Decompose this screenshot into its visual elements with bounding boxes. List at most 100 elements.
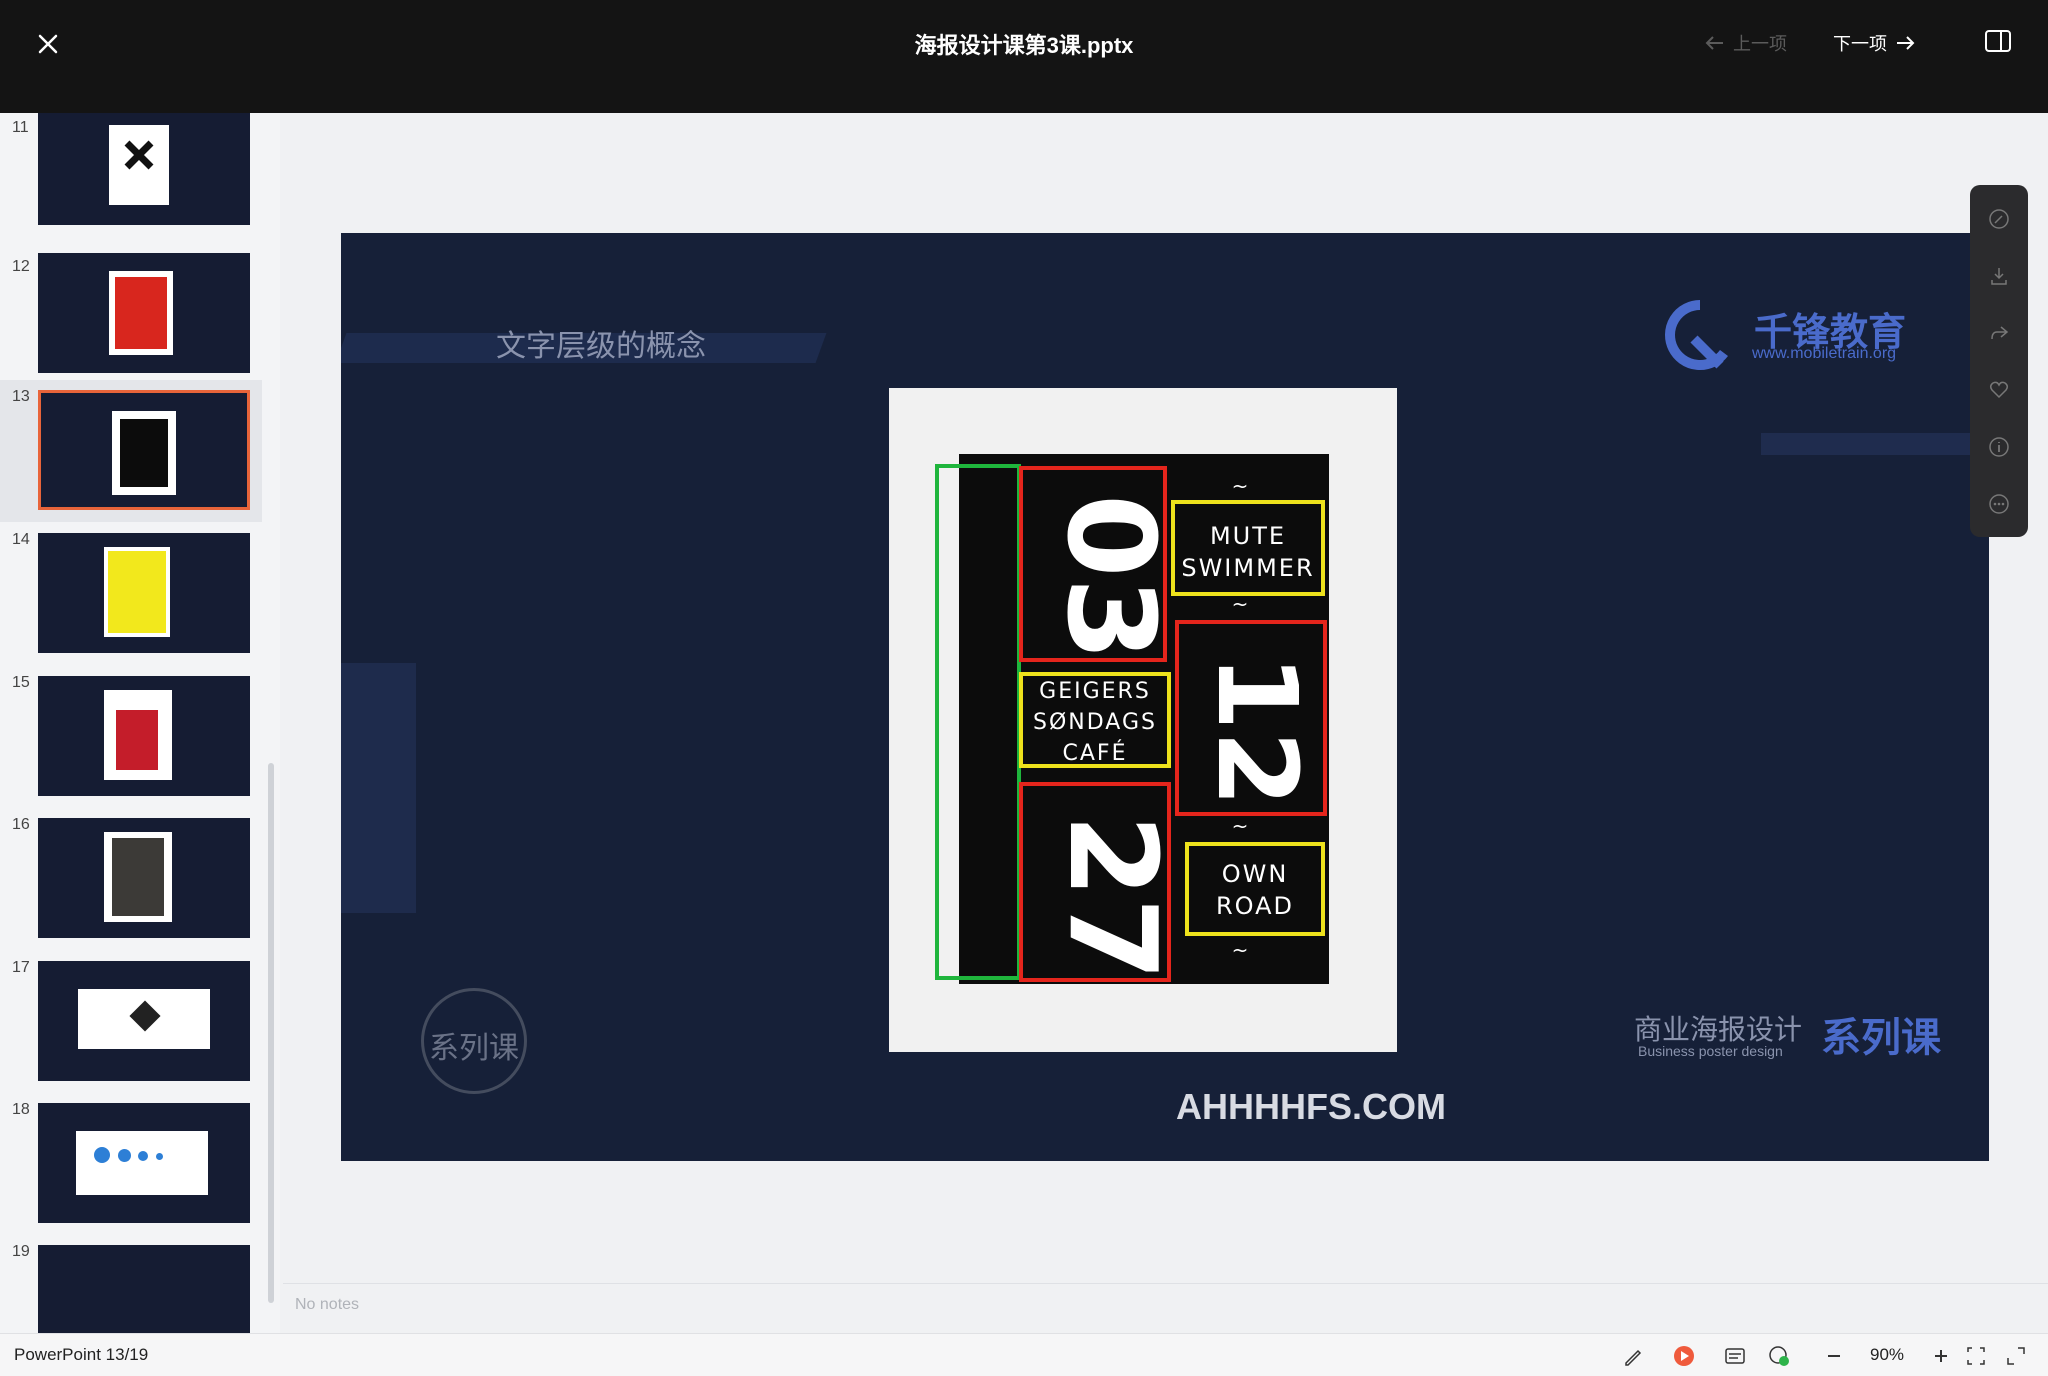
thumbnail-slide[interactable] <box>38 961 250 1081</box>
thumbnail-slide-selected[interactable] <box>38 390 250 510</box>
poster-number-27: 27 <box>1042 814 1181 981</box>
thumbnail-scrollbar[interactable] <box>268 763 274 1303</box>
thumbnail-row[interactable]: 14 <box>0 523 262 665</box>
thumbnail-row[interactable]: 11 <box>0 113 262 253</box>
poster-image: 03 MUTE SWIMMER GEIGERS SØNDAGS CAFÉ 12 … <box>935 454 1329 984</box>
favorite-button[interactable] <box>1989 380 2009 400</box>
globe-icon <box>1769 1346 1789 1366</box>
thumbnail-slide[interactable] <box>38 113 250 225</box>
download-button[interactable] <box>1989 266 2009 286</box>
title-bar: 海报设计课第3课.pptx 上一项 下一项 <box>0 0 2048 113</box>
next-item-button[interactable]: 下一项 <box>1833 30 1915 56</box>
share-button[interactable] <box>1989 323 2009 343</box>
notes-icon <box>1725 1348 1745 1364</box>
floating-toolbar <box>1970 185 2028 537</box>
toggle-panel-button[interactable] <box>1985 30 2011 52</box>
pencil-icon <box>1989 209 2009 229</box>
poster-tilde: ~ <box>1231 938 1251 962</box>
more-button[interactable] <box>1989 494 2009 514</box>
language-button[interactable] <box>1768 1345 1790 1367</box>
thumbnail-row[interactable]: 12 <box>0 250 262 392</box>
thumbnail-number: 17 <box>12 959 30 976</box>
thumbnail-number: 11 <box>12 119 29 136</box>
thumbnail-slide[interactable] <box>38 1245 250 1333</box>
zoom-level: 90% <box>1870 1345 1905 1364</box>
slide-position: PowerPoint 13/19 <box>14 1345 149 1364</box>
brand-logo-icon <box>1665 300 1728 370</box>
poster-text-line: GEIGERS <box>1039 679 1151 704</box>
thumbnail-number: 19 <box>12 1243 30 1260</box>
slide-thumbnail-panel: 11 12 13 14 15 16 17 18 19 <box>0 113 280 1333</box>
thumbnail-number: 14 <box>12 531 30 548</box>
info-button[interactable] <box>1989 437 2009 457</box>
poster-tilde: ~ <box>1231 592 1251 616</box>
annotate-button[interactable] <box>1622 1345 1644 1367</box>
pen-icon <box>1625 1349 1642 1366</box>
thumbnail-number: 16 <box>12 816 30 833</box>
thumbnail-number: 15 <box>12 674 30 691</box>
arrow-left-icon <box>1705 36 1723 50</box>
poster-text-geigers: GEIGERS SØNDAGS CAFÉ <box>1019 676 1171 769</box>
poster-tilde: ~ <box>1231 474 1251 498</box>
edit-button[interactable] <box>1989 209 2009 229</box>
play-slideshow-button[interactable] <box>1673 1345 1695 1367</box>
fullscreen-button[interactable] <box>2005 1345 2027 1367</box>
thumbnail-row[interactable]: 16 <box>0 808 262 950</box>
thumbnail-number: 13 <box>12 388 30 405</box>
arrow-right-icon <box>1897 36 1915 50</box>
thumbnail-number: 12 <box>12 258 30 275</box>
thumbnail-slide[interactable] <box>38 1103 250 1223</box>
more-icon <box>1989 494 2009 514</box>
series-badge-left: 系列课 <box>421 988 527 1094</box>
notes-placeholder: No notes <box>295 1296 360 1313</box>
poster-text-mute-swimmer: MUTE SWIMMER <box>1171 520 1325 584</box>
expand-icon <box>2007 1347 2025 1365</box>
poster-text-own-road: OWN ROAD <box>1185 858 1325 922</box>
series-badge-text: 系列课 <box>429 1032 519 1065</box>
thumbnail-slide[interactable] <box>38 533 250 653</box>
play-icon <box>1674 1346 1694 1366</box>
info-icon <box>1989 437 2009 457</box>
brand-logo-url: www.mobiletrain.org <box>1752 345 1897 362</box>
poster-number-12: 12 <box>1193 654 1321 808</box>
series-right-title: 商业海报设计 <box>1634 1014 1803 1045</box>
thumbnail-row[interactable]: 18 <box>0 1093 262 1235</box>
thumbnail-slide[interactable] <box>38 253 250 373</box>
slide-title: 文字层级的概念 <box>496 330 706 363</box>
status-bar: PowerPoint 13/19 90% <box>0 1333 2048 1376</box>
plus-icon <box>1935 1350 1947 1362</box>
watermark-text: AHHHHFS.COM <box>1176 1086 1446 1127</box>
thumbnail-row-active[interactable]: 13 <box>0 380 262 522</box>
highlight-green <box>935 464 1021 980</box>
notes-toggle-button[interactable] <box>1724 1345 1746 1367</box>
heart-icon <box>1989 381 2009 399</box>
next-item-label: 下一项 <box>1833 34 1887 54</box>
notes-area[interactable]: No notes <box>283 1283 2048 1334</box>
download-icon <box>1991 268 2007 285</box>
share-icon <box>1991 326 2009 340</box>
current-slide: 文字层级的概念 千锋教育 www.mobiletrain.org 03 MUTE… <box>341 233 1989 1161</box>
poster-text-line: OWN <box>1221 860 1289 888</box>
thumbnail-row[interactable]: 17 <box>0 951 262 1093</box>
previous-item-button[interactable]: 上一项 <box>1705 30 1787 56</box>
fit-icon <box>1967 1347 1985 1365</box>
zoom-in-button[interactable] <box>1930 1345 1952 1367</box>
fit-to-window-button[interactable] <box>1965 1345 1987 1367</box>
thumbnail-number: 18 <box>12 1101 30 1118</box>
poster-example-frame: 03 MUTE SWIMMER GEIGERS SØNDAGS CAFÉ 12 … <box>889 388 1397 1052</box>
poster-text-line: ROAD <box>1215 892 1295 920</box>
thumbnail-row[interactable]: 15 <box>0 666 262 808</box>
poster-tilde: ~ <box>1231 814 1251 838</box>
sidebar-panel-icon <box>1985 30 2011 52</box>
poster-text-line: MUTE <box>1209 522 1287 550</box>
series-right-subtitle: Business poster design <box>1638 1043 1783 1059</box>
zoom-out-button[interactable] <box>1823 1345 1845 1367</box>
poster-text-line: CAFÉ <box>1062 741 1128 766</box>
poster-text-line: SØNDAGS <box>1033 710 1157 735</box>
previous-item-label: 上一项 <box>1733 34 1787 54</box>
poster-text-line: SWIMMER <box>1181 554 1315 582</box>
poster-number-03: 03 <box>1040 494 1179 661</box>
thumbnail-row[interactable]: 19 <box>0 1235 262 1333</box>
thumbnail-slide[interactable] <box>38 676 250 796</box>
thumbnail-slide[interactable] <box>38 818 250 938</box>
